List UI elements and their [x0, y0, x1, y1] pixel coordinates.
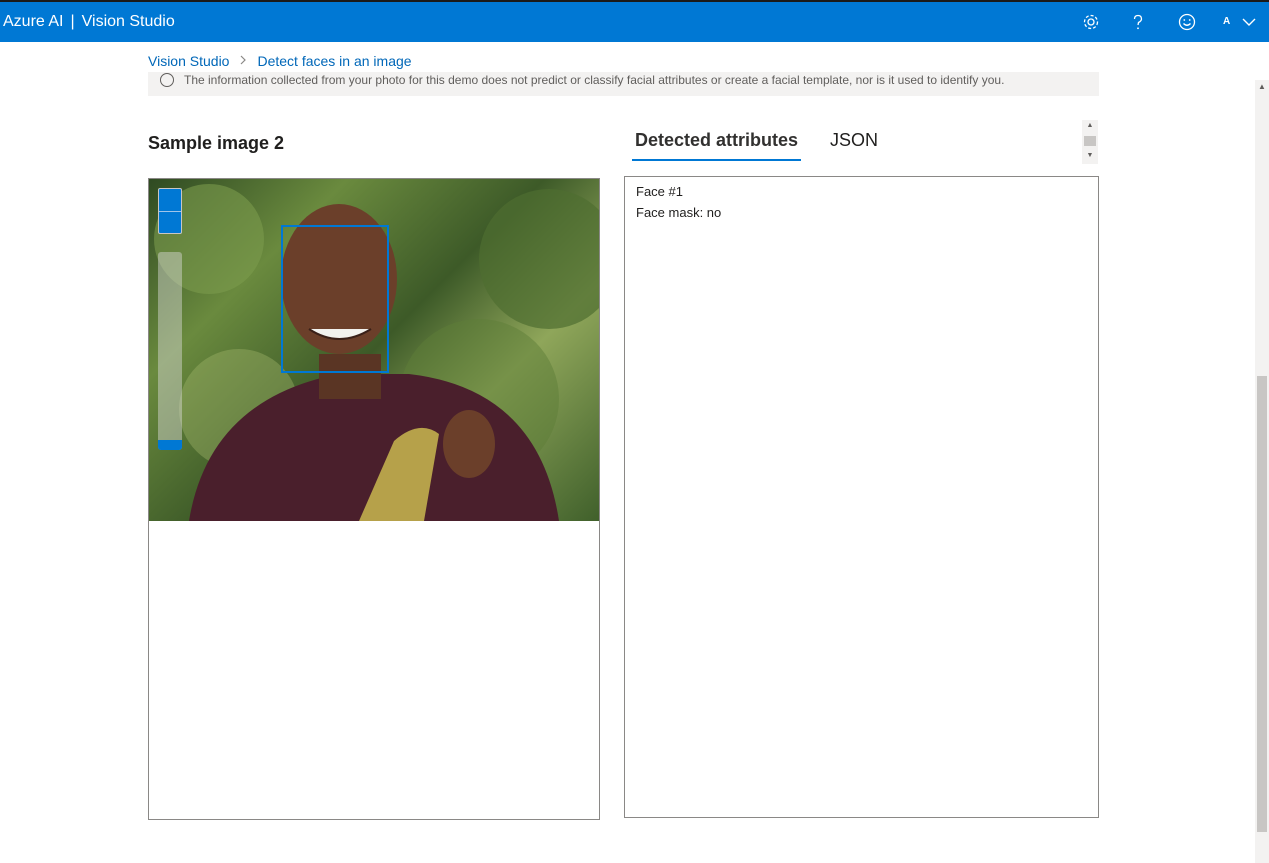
app-brand[interactable]: Azure AI | Vision Studio [3, 13, 175, 31]
zoom-slider[interactable] [158, 252, 182, 450]
top-header-bar: Azure AI | Vision Studio A [0, 0, 1269, 42]
settings-gear-icon[interactable] [1080, 11, 1102, 33]
page-scrollbar[interactable]: ▲ [1255, 80, 1269, 863]
detected-attributes-panel: Face #1 Face mask: no [624, 176, 1099, 818]
scroll-up-arrow-icon[interactable]: ▲ [1082, 122, 1098, 129]
chevron-down-icon[interactable] [1238, 11, 1260, 33]
breadcrumb-link-vision-studio[interactable]: Vision Studio [148, 53, 229, 69]
notice-text: The information collected from your phot… [184, 73, 1005, 87]
scroll-down-arrow-icon[interactable]: ▼ [1082, 152, 1098, 159]
brand-separator: | [70, 13, 75, 30]
breadcrumb-current-page[interactable]: Detect faces in an image [257, 53, 411, 69]
page-scrollbar-thumb[interactable] [1257, 376, 1267, 832]
page-scroll-up-arrow-icon[interactable]: ▲ [1255, 82, 1269, 91]
zoom-buttons[interactable] [158, 188, 182, 234]
tab-json[interactable]: JSON [827, 130, 881, 161]
help-icon[interactable] [1127, 11, 1149, 33]
chevron-right-icon [239, 54, 247, 68]
brand-name: Azure AI [3, 13, 64, 30]
tabs-scrollbar[interactable]: ▲ ▼ [1082, 120, 1098, 164]
privacy-notice: The information collected from your phot… [148, 72, 1099, 96]
sample-image-title: Sample image 2 [148, 133, 285, 153]
breadcrumb: Vision Studio Detect faces in an image [148, 53, 412, 69]
zoom-slider-thumb[interactable] [158, 440, 182, 450]
tab-detected-attributes[interactable]: Detected attributes [632, 130, 802, 161]
sample-photo [149, 179, 599, 521]
face-bounding-box[interactable] [281, 225, 389, 373]
zoom-divider [159, 211, 181, 212]
tabs-scrollbar-thumb[interactable] [1084, 136, 1096, 146]
result-tabs: Detected attributes JSON [632, 130, 881, 161]
image-viewer-panel [148, 178, 600, 820]
face-label: Face #1 [636, 184, 683, 199]
product-name: Vision Studio [81, 13, 175, 30]
account-avatar[interactable]: A [1223, 16, 1230, 27]
feedback-smiley-icon[interactable] [1176, 11, 1198, 33]
info-icon [160, 73, 174, 87]
face-mask-attribute: Face mask: no [636, 205, 722, 220]
